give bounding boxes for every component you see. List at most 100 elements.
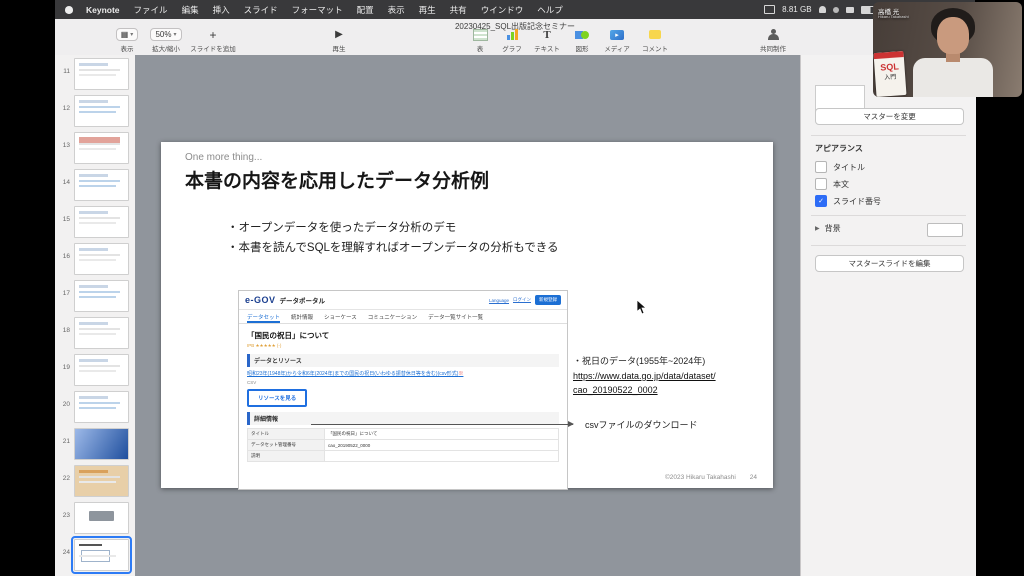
display-icon[interactable] [764, 5, 775, 14]
body-checkbox[interactable] [815, 178, 827, 190]
background-color-well[interactable] [927, 223, 963, 237]
current-slide[interactable]: One more thing... 本書の内容を応用したデータ分析例 ・オープン… [161, 142, 773, 488]
slide-bullets: ・オープンデータを使ったデータ分析のデモ ・本書を読んでSQLを理解すればオープ… [227, 218, 559, 258]
chart-icon [507, 29, 518, 40]
csv-download-note: csvファイルのダウンロード [585, 418, 698, 431]
slide-thumbnail-11[interactable]: 11 [55, 55, 135, 92]
slide-number-checkbox-row[interactable]: スライド番号 [815, 195, 881, 207]
record-icon[interactable] [833, 7, 839, 13]
text-icon: T [543, 29, 550, 41]
slide-thumbnail-17[interactable]: 17 [55, 277, 135, 314]
copyright-text: ©2023 Hikaru Takahashi [665, 474, 736, 481]
egov-nav-communication: コミュニケーション [368, 313, 417, 321]
slide-number-checkbox[interactable] [815, 195, 827, 207]
sql-book-cover: SQL 入門 [874, 51, 907, 97]
menu-arrange[interactable]: 配置 [350, 4, 381, 16]
format-inspector: 受日 マスターを変更 アピアランス タイトル 本文 スライド番号 ▶ 背景 マス… [800, 55, 976, 576]
slide-thumbnail-21[interactable]: 21 [55, 425, 135, 462]
insert-comment-button[interactable]: コメント [637, 27, 673, 53]
mouse-cursor [637, 300, 648, 320]
egov-login-link: ログイン [513, 297, 531, 303]
bullet-2: ・本書を読んでSQLを理解すればオープンデータの分析もできる [227, 238, 559, 258]
egov-csv-tag: CSV [247, 380, 559, 385]
egov-resource-button-highlighted: リソースを見る [247, 389, 307, 407]
egov-register-button: 新規登録 [535, 295, 561, 305]
slide-thumbnail-14[interactable]: 14 [55, 166, 135, 203]
table-row: データセット管理番号cao_20190522_0000 [248, 440, 559, 451]
notification-icon[interactable] [819, 6, 826, 13]
zoom-control[interactable]: 50%▾ 拡大/縮小 [147, 27, 185, 53]
slide-page-number: 24 [750, 474, 757, 481]
slide-thumbnail-23[interactable]: 23 [55, 499, 135, 536]
collaborate-button[interactable]: 共同制作 [753, 27, 793, 53]
plus-icon: + [189, 27, 237, 42]
bullet-1: ・オープンデータを使ったデータ分析のデモ [227, 218, 559, 238]
slide-footer: ©2023 Hikaru Takahashi 24 [665, 474, 757, 481]
table-row: 説明 [248, 451, 559, 462]
slide-thumbnail-16[interactable]: 16 [55, 240, 135, 277]
menu-window[interactable]: ウインドウ [474, 4, 531, 16]
title-checkbox[interactable] [815, 161, 827, 173]
menu-slide[interactable]: スライド [237, 4, 285, 16]
view-icon: ▦▾ [116, 28, 139, 41]
disclosure-triangle-icon[interactable]: ▶ [815, 225, 820, 232]
slide-thumbnail-20[interactable]: 20 [55, 388, 135, 425]
menu-bar: Keynote ファイル 編集 挿入 スライド フォーマット 配置 表示 再生 … [55, 0, 975, 19]
slide-title: 本書の内容を応用したデータ分析例 [185, 166, 489, 193]
table-icon [473, 29, 488, 41]
menu-play[interactable]: 再生 [412, 4, 443, 16]
slide-thumbnail-24-selected[interactable]: 24 [55, 536, 135, 573]
book-title-nyumon: 入門 [875, 71, 906, 82]
insert-media-button[interactable]: ▸ メディア [599, 27, 635, 53]
insert-text-button[interactable]: T テキスト [529, 27, 565, 53]
menu-help[interactable]: ヘルプ [530, 4, 570, 16]
slide-thumbnail-19[interactable]: 19 [55, 351, 135, 388]
change-master-button[interactable]: マスターを変更 [815, 108, 964, 125]
edit-master-button[interactable]: マスタースライドを編集 [815, 255, 964, 272]
webcam-overlay: SQL 入門 高橋 光 Hikaru Takahashi [873, 2, 1022, 97]
dataset-url: https://www.data.go.jp/data/dataset/ cao… [573, 369, 716, 397]
keynote-toolbar: 20230425_SQL出版記念セミナー ▦▾ 表示 50%▾ 拡大/縮小 + … [55, 19, 975, 56]
presenter-subname: Hikaru Takahashi [878, 14, 909, 19]
presenter-shirt [913, 58, 993, 97]
egov-section-data: データとリソース [247, 354, 559, 367]
table-row: タイトル「国民の祝日」について [248, 429, 559, 440]
annotation-arrow [311, 424, 573, 425]
egov-nav-sites: データ一覧サイト一覧 [428, 313, 483, 321]
presenter-face [937, 17, 969, 54]
menu-file[interactable]: ファイル [127, 4, 175, 16]
insert-table-button[interactable]: 表 [465, 27, 495, 53]
menu-edit[interactable]: 編集 [175, 4, 206, 16]
slide-thumbnail-15[interactable]: 15 [55, 203, 135, 240]
apple-menu-icon[interactable] [65, 6, 73, 14]
menu-insert[interactable]: 挿入 [206, 4, 237, 16]
camera-icon[interactable] [846, 7, 854, 13]
play-button[interactable]: ▶ 再生 [323, 27, 355, 53]
shape-icon [567, 27, 597, 42]
screen: Keynote ファイル 編集 挿入 スライド フォーマット 配置 表示 再生 … [0, 0, 1024, 576]
egov-language-link: Language [489, 298, 509, 303]
egov-dataset-link: 昭和23年(1948年)から令和6年(2024年)までの国民の祝日(いわゆる振替… [247, 371, 559, 378]
menu-view[interactable]: 表示 [381, 4, 412, 16]
add-slide-button[interactable]: + スライドを追加 [189, 27, 237, 53]
required-mark: ※ [458, 371, 463, 377]
background-row[interactable]: ▶ 背景 [815, 223, 841, 234]
menu-share[interactable]: 共有 [443, 4, 474, 16]
menu-format[interactable]: フォーマット [285, 4, 350, 16]
egov-nav-stats: 統計情報 [291, 313, 313, 321]
title-checkbox-row[interactable]: タイトル [815, 161, 865, 173]
slide-thumbnail-18[interactable]: 18 [55, 314, 135, 351]
insert-chart-button[interactable]: グラフ [497, 27, 527, 53]
slide-canvas[interactable]: One more thing... 本書の内容を応用したデータ分析例 ・オープン… [135, 55, 800, 576]
slide-thumbnail-12[interactable]: 12 [55, 92, 135, 129]
egov-details-table: タイトル「国民の祝日」について データセット管理番号cao_20190522_0… [247, 428, 559, 462]
insert-shape-button[interactable]: 図形 [567, 27, 597, 53]
egov-page-heading: 「国民の祝日」について [247, 330, 559, 341]
slide-thumbnail-22[interactable]: 22 [55, 462, 135, 499]
person-icon [767, 29, 779, 40]
slide-thumbnail-13[interactable]: 13 [55, 129, 135, 166]
body-checkbox-row[interactable]: 本文 [815, 178, 849, 190]
appearance-heading: アピアランス [815, 143, 863, 154]
app-menu[interactable]: Keynote [79, 5, 127, 15]
view-button[interactable]: ▦▾ 表示 [111, 27, 143, 53]
